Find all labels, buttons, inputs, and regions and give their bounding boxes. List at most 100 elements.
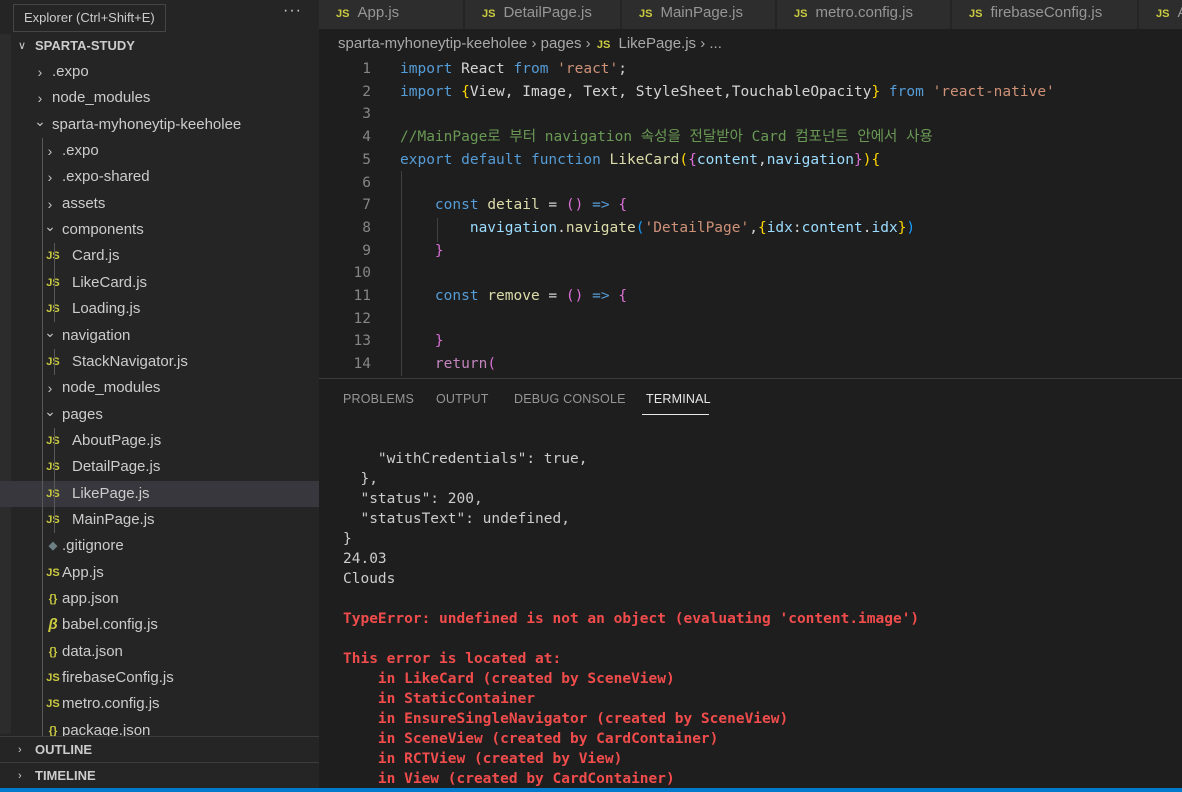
code-token: content <box>696 151 758 168</box>
code-token: ; <box>618 61 627 77</box>
tree-file[interactable]: JS Card.js <box>0 243 319 269</box>
line-number: 8 <box>362 219 371 236</box>
code-token: } <box>434 333 444 350</box>
outline-section-header[interactable]: › OUTLINE <box>0 736 319 762</box>
chevron-down-icon: ⌄ <box>44 218 56 235</box>
code-token: const <box>434 288 479 304</box>
line-number: 5 <box>362 151 371 168</box>
tree-folder[interactable]: › node_modules <box>0 85 319 111</box>
editor-tab[interactable]: JS metro.config.js <box>777 0 951 29</box>
code-token: import <box>400 83 453 100</box>
code-token: = <box>539 288 566 304</box>
code-editor[interactable]: 1 import React from 'react'; 2 import {View… <box>319 58 1182 378</box>
tree-file[interactable]: JS firebaseConfig.js <box>0 665 319 691</box>
code-token: ) <box>906 219 916 236</box>
breadcrumb-project[interactable]: sparta-myhoneytip-keeholee <box>338 35 527 52</box>
tree-folder[interactable]: › .expo <box>0 138 319 164</box>
tree-item-label: babel.config.js <box>62 616 158 634</box>
js-file-icon: JS <box>1156 8 1170 20</box>
tab-problems[interactable]: PROBLEMS <box>343 392 414 406</box>
tree-file[interactable]: {} app.json <box>0 586 319 612</box>
line-number: 6 <box>362 174 371 191</box>
tree-file[interactable]: JS DetailPage.js <box>0 454 319 480</box>
tree-file[interactable]: JS MainPage.js <box>0 507 319 533</box>
tab-debug-console[interactable]: DEBUG CONSOLE <box>514 392 626 406</box>
breadcrumb-more[interactable]: ... <box>709 35 722 52</box>
line-number: 4 <box>362 129 371 146</box>
code-token: { <box>871 151 881 168</box>
js-file-icon: JS <box>639 8 653 20</box>
terminal-output[interactable]: "withCredentials": true, }, "status": 20… <box>343 449 919 789</box>
editor-tab[interactable]: JS MainPage.js <box>622 0 776 29</box>
tree-item-label: LikePage.js <box>72 484 150 502</box>
code-line: 6 <box>319 172 1182 194</box>
code-token: () <box>565 197 584 214</box>
js-file-icon: JS <box>46 672 60 685</box>
tree-file[interactable]: JS App.js <box>0 560 319 586</box>
tree-file[interactable]: β babel.config.js <box>0 612 319 638</box>
line-content: const detail = () => { <box>400 194 627 216</box>
code-token: navigation <box>766 151 855 168</box>
js-file-icon: JS <box>46 513 60 526</box>
timeline-section-header[interactable]: › TIMELINE <box>0 762 319 788</box>
editor-tab[interactable]: JS DetailPage.js <box>465 0 621 29</box>
code-token: { <box>618 288 628 304</box>
js-file-icon: JS <box>46 250 60 263</box>
tab-output[interactable]: OUTPUT <box>436 392 489 406</box>
code-token: { <box>757 219 767 236</box>
sidebar-header: Explorer (Ctrl+Shift+E) ··· <box>0 0 319 34</box>
tree-file[interactable]: ◆ .gitignore <box>0 533 319 559</box>
explorer-sidebar: Explorer (Ctrl+Shift+E) ··· ∨ SPARTA-STU… <box>0 0 319 792</box>
breadcrumb-folder[interactable]: pages <box>541 35 582 52</box>
code-token: export <box>400 151 453 168</box>
editor-tab[interactable]: JS App.js <box>319 0 464 29</box>
tree-folder[interactable]: ⌄ sparta-myhoneytip-keeholee <box>0 112 319 138</box>
code-line: 11 const remove = () => { <box>319 285 1182 307</box>
line-content: } <box>400 240 444 262</box>
terminal-error-line: in EnsureSingleNavigator (created by Sce… <box>343 711 789 727</box>
code-token: content <box>801 219 863 236</box>
bottom-panel: PROBLEMS OUTPUT DEBUG CONSOLE TERMINAL "… <box>319 378 1182 792</box>
status-bar <box>0 788 1182 792</box>
line-number: 3 <box>362 106 371 123</box>
js-file-icon: JS <box>46 698 60 711</box>
code-token: remove <box>487 288 540 304</box>
editor-tab[interactable]: JS A <box>1139 0 1182 29</box>
tree-file[interactable]: JS metro.config.js <box>0 691 319 717</box>
tree-folder[interactable]: ⌄ navigation <box>0 323 319 349</box>
code-line: 10 <box>319 262 1182 284</box>
tree-folder[interactable]: › .expo-shared <box>0 164 319 190</box>
tree-item-label: pages <box>62 405 103 423</box>
tree-item-label: sparta-myhoneytip-keeholee <box>52 115 242 133</box>
breadcrumb-separator: › <box>531 35 537 52</box>
tree-file[interactable]: JS AboutPage.js <box>0 428 319 454</box>
breadcrumb-file[interactable]: LikePage.js <box>618 35 696 52</box>
tree-folder[interactable]: › .expo <box>0 59 319 85</box>
tree-file[interactable]: JS LikeCard.js <box>0 270 319 296</box>
tree-folder[interactable]: ⌄ pages <box>0 402 319 428</box>
more-actions-icon[interactable]: ··· <box>283 2 302 20</box>
terminal-line: "statusText": undefined, <box>343 511 570 527</box>
code-token: idx <box>766 219 793 236</box>
tab-terminal[interactable]: TERMINAL <box>646 392 711 406</box>
line-content: //MainPage로 부터 navigation 속성을 전달받아 Card … <box>400 126 933 148</box>
tree-file[interactable]: JS StackNavigator.js <box>0 349 319 375</box>
tree-item-label: metro.config.js <box>62 695 160 713</box>
code-token: 'react' <box>557 61 619 77</box>
tree-file[interactable]: {} data.json <box>0 639 319 665</box>
tree-file[interactable]: JS LikePage.js <box>0 480 319 507</box>
tree-item-label: data.json <box>62 642 123 660</box>
tree-item-label: firebaseConfig.js <box>62 669 174 687</box>
tree-item-label: .expo-shared <box>62 168 150 186</box>
editor-tab[interactable]: JS firebaseConfig.js <box>952 0 1138 29</box>
code-token: = <box>539 197 566 214</box>
line-content: const remove = () => { <box>400 285 627 307</box>
folder-root-header[interactable]: ∨ SPARTA-STUDY <box>0 33 319 59</box>
tree-folder[interactable]: ⌄ components <box>0 217 319 243</box>
chevron-down-icon: ⌄ <box>44 402 56 419</box>
